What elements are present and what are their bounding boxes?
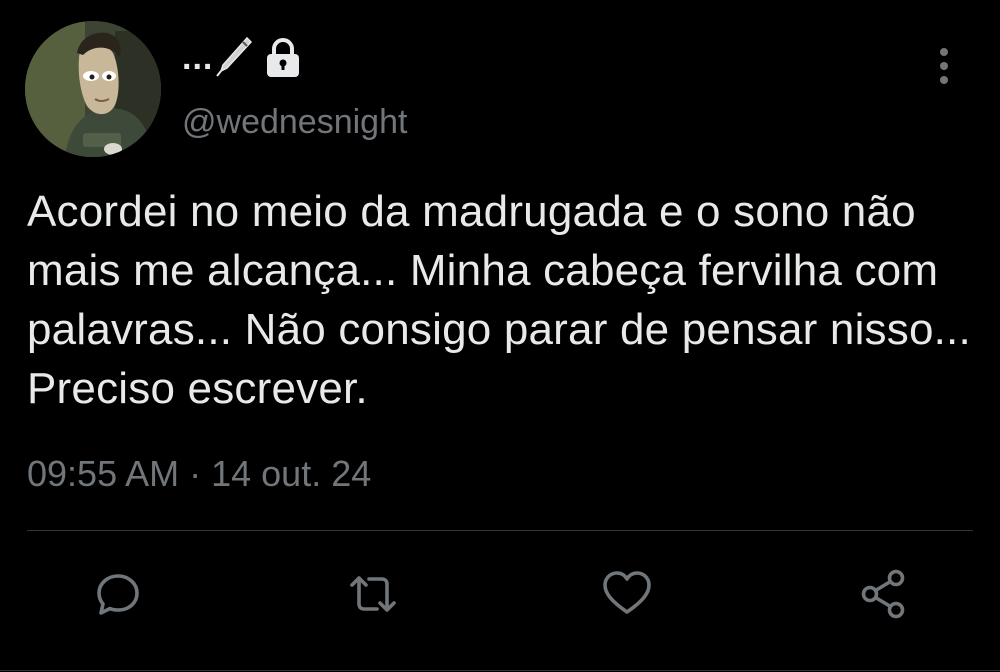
lock-icon bbox=[261, 35, 305, 79]
avatar[interactable] bbox=[25, 21, 161, 157]
tweet-date: 14 out. 24 bbox=[211, 453, 372, 494]
share-icon bbox=[861, 569, 905, 619]
more-vertical-icon bbox=[940, 48, 948, 84]
tweet-text: Acordei no meio da madrugada e o sono nã… bbox=[27, 187, 971, 413]
reply-icon bbox=[97, 574, 139, 615]
timestamp[interactable]: 09:55 AM · 14 out. 24 bbox=[27, 450, 371, 498]
display-name[interactable]: ... bbox=[182, 32, 305, 84]
reply-button[interactable] bbox=[90, 566, 146, 622]
display-name-text: ... bbox=[182, 39, 214, 77]
like-button[interactable] bbox=[599, 566, 655, 622]
more-options-button[interactable] bbox=[922, 44, 966, 88]
separator: · bbox=[189, 453, 202, 494]
avatar-image bbox=[25, 21, 161, 157]
retweet-icon bbox=[350, 576, 396, 612]
user-handle[interactable]: @wednesnight bbox=[182, 100, 407, 144]
retweet-button[interactable] bbox=[345, 566, 401, 622]
divider bbox=[27, 530, 973, 531]
pen-icon bbox=[213, 34, 253, 78]
heart-icon bbox=[603, 571, 651, 614]
tweet-time: 09:55 AM bbox=[27, 453, 180, 494]
share-button[interactable] bbox=[856, 566, 912, 622]
tweet: ... @wednesnight Acordei no meio da madr… bbox=[0, 0, 1000, 672]
bottom-divider bbox=[0, 670, 1000, 671]
